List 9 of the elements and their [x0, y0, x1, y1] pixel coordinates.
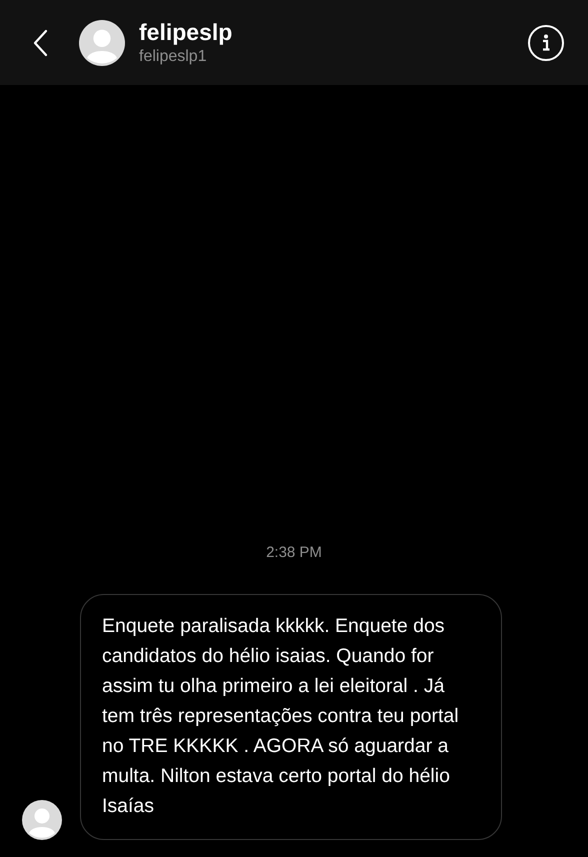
info-icon	[541, 34, 551, 52]
contact-username: felipeslp1	[139, 46, 208, 66]
back-icon	[32, 28, 48, 56]
info-button[interactable]	[528, 24, 564, 60]
message-timestamp: 2:38 PM	[266, 542, 322, 562]
sender-avatar	[22, 800, 62, 840]
profile-avatar	[79, 20, 125, 66]
contact-name: felipeslp	[139, 18, 234, 46]
message-text: Enquete paralisada kkkkk. Enquete dos candidatos do hélio isaias. Quando for assim tu olha primeiro a lei eleitoral . Já tem três representações contra teu portal no TRE KKKKK . AGORA só aguardar a multa. Nilton estava certo portal do hélio Isaías	[102, 614, 460, 819]
